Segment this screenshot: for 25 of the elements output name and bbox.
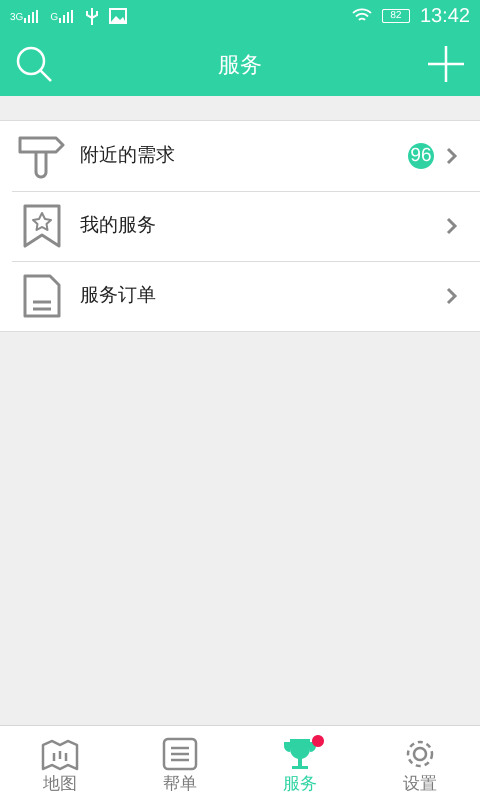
map-icon [41, 739, 79, 771]
document-icon [22, 273, 62, 319]
chevron-icon [446, 217, 458, 235]
tab[interactable]: 地图 [0, 726, 120, 800]
chevron-icon [446, 147, 458, 165]
usb-icon [85, 7, 100, 25]
menu-label: 附近的需求 [80, 144, 176, 168]
clock: 13:42 [420, 4, 470, 29]
trophy-icon [282, 737, 318, 771]
battery-icon: 82 [382, 9, 410, 23]
list-icon [162, 737, 198, 771]
count-badge: 96 [408, 143, 434, 169]
page-title: 服务 [218, 50, 262, 78]
menu-label: 我的服务 [80, 214, 157, 238]
bookmark-icon [22, 203, 62, 249]
plus-icon[interactable] [426, 44, 466, 84]
tab[interactable]: 帮单 [120, 726, 240, 800]
tab[interactable]: 设置 [360, 726, 480, 800]
menu-label: 服务订单 [80, 284, 157, 308]
menu-item[interactable]: 服务订单 [0, 261, 480, 331]
image-icon [109, 8, 128, 24]
search-icon[interactable] [14, 44, 54, 84]
chevron-icon [446, 287, 458, 305]
menu-item[interactable]: 我的服务 [0, 191, 480, 261]
menu-item[interactable]: 附近的需求 96 [0, 121, 480, 191]
